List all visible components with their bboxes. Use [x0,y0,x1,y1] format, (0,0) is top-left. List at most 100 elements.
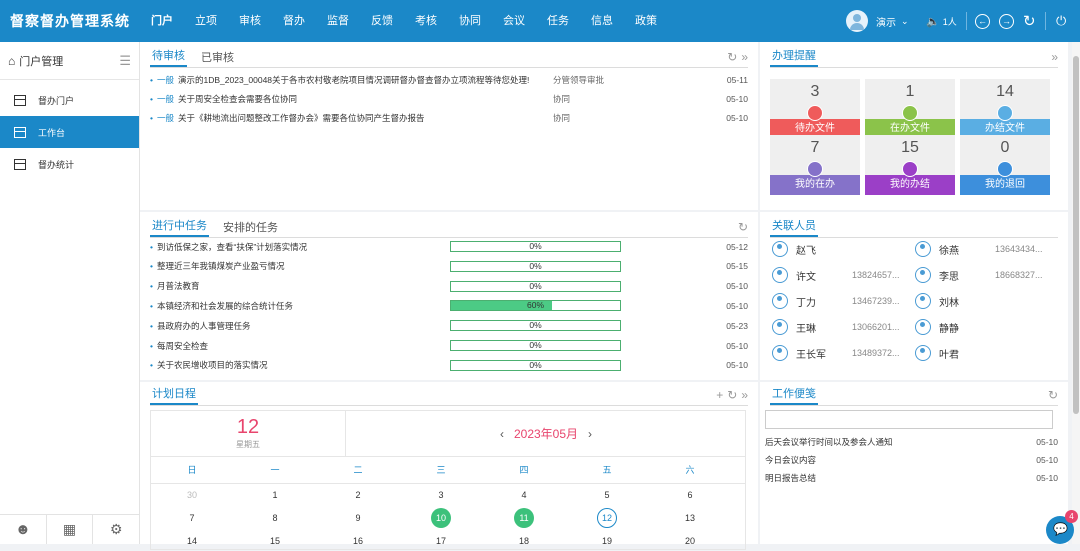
list-item[interactable]: • 一般 演示的1DB_2023_00048关于各市农村敬老院项目情况调研督办督查… [150,70,748,89]
home-icon: ⌂ [8,53,16,68]
online-users[interactable]: 🔈 1人 [926,0,957,42]
double-chevron-right-icon[interactable]: » [1051,50,1058,64]
double-chevron-right-icon[interactable]: » [741,388,748,402]
tab-reviewed[interactable]: 已审核 [199,49,236,67]
task-row[interactable]: • 月普法教育 0% 05-10 [150,277,748,296]
calendar-day[interactable]: 1 [265,485,285,505]
calendar-day[interactable]: 10 [431,508,451,528]
refresh-icon[interactable]: ↻ [727,50,737,64]
contact-item[interactable]: 王琳 13066201... [772,317,912,337]
stat-card-finished[interactable]: 14 办结文件 [960,79,1050,139]
contact-item[interactable]: 许文 13824657... [772,265,912,285]
tab-assigned-tasks[interactable]: 安排的任务 [221,219,280,237]
double-chevron-right-icon[interactable]: » [741,50,748,64]
calendar-day[interactable]: 16 [348,531,368,551]
nav-item-feedback[interactable]: 反馈 [360,0,404,42]
chat-button[interactable]: 💬 4 [1046,510,1078,544]
sidebar-item-supervise-portal[interactable]: 督办门户 [0,84,139,116]
tab-ongoing-tasks[interactable]: 进行中任务 [150,217,209,237]
note-item[interactable]: 明日报告总结 05-10 [765,468,1058,487]
user-profile-button[interactable]: ☻ [0,515,47,544]
sidebar-item-workbench[interactable]: 工作台 [0,116,139,148]
stat-card-todo[interactable]: 3 待办文件 [770,79,860,139]
note-item[interactable]: 后天会议举行时间以及参会人通知 05-10 [765,432,1058,451]
refresh-icon[interactable]: ↻ [738,220,748,234]
contact-item[interactable]: 徐燕 13643434... [915,239,1055,259]
nav-item-portal[interactable]: 门户 [140,0,184,42]
task-row[interactable]: • 整理近三年我镇煤炭产业盈亏情况 0% 05-15 [150,257,748,276]
calendar-day[interactable]: 8 [265,508,285,528]
contact-name: 刘林 [939,297,959,309]
plus-icon[interactable]: + [716,388,723,402]
nav-item-monitor[interactable]: 监督 [316,0,360,42]
calendar-day[interactable]: 18 [514,531,534,551]
calendar-day[interactable]: 7 [182,508,202,528]
calendar-day[interactable]: 13 [680,508,700,528]
refresh-icon[interactable]: ↻ [727,388,737,402]
contact-item[interactable]: 李思 18668327... [915,265,1055,285]
refresh-icon[interactable]: ↻ [1048,388,1058,402]
calendar-day[interactable]: 19 [597,531,617,551]
settings-button[interactable]: ⚙ [93,515,139,544]
tab-pending[interactable]: 待审核 [150,47,187,67]
contact-item[interactable]: 王长军 13489372... [772,343,912,363]
nav-item-meeting[interactable]: 会议 [492,0,536,42]
page-scrollbar[interactable] [1072,42,1080,544]
task-title: 关于农民增收项目的落实情况 [156,360,268,371]
next-month-button[interactable]: › [588,427,592,441]
calendar-day[interactable]: 3 [431,485,451,505]
layout-icon [14,94,26,106]
calendar-day[interactable]: 15 [265,531,285,551]
task-title: 到访低保之家，查看“扶保”计划落实情况 [156,241,308,252]
nav-item-supervise[interactable]: 督办 [272,0,316,42]
apps-button[interactable]: ▦ [47,515,94,544]
avatar [915,319,931,335]
nav-item-review[interactable]: 审核 [228,0,272,42]
forward-button[interactable]: → [999,0,1014,42]
task-row[interactable]: • 本镇经济和社会发展的综合统计任务 60% 05-10 [150,296,748,315]
stat-card-returned[interactable]: 0 我的退回 [960,135,1050,195]
stat-card-in-progress[interactable]: 1 在办文件 [865,79,955,139]
list-item[interactable]: • 一般 关于《耕地流出问题整改工作督办会》需要各位协同产生督办报告 协同 05-… [150,108,748,127]
task-row[interactable]: • 每周安全检查 0% 05-10 [150,336,748,355]
note-date: 05-10 [1036,472,1058,483]
calendar-day[interactable]: 9 [348,508,368,528]
calendar-day[interactable]: 30 [182,485,202,505]
calendar-day[interactable]: 12 [597,508,617,528]
calendar-day[interactable]: 6 [680,485,700,505]
refresh-button[interactable]: ↻ [1023,0,1036,42]
nav-item-task[interactable]: 任务 [536,0,580,42]
scrollbar-thumb[interactable] [1073,56,1079,414]
nav-item-policy[interactable]: 政策 [624,0,668,42]
calendar-day[interactable]: 11 [514,508,534,528]
sidebar-item-statistics[interactable]: 督办统计 [0,148,139,180]
stat-card-my-done[interactable]: 15 我的办结 [865,135,955,195]
back-button[interactable]: ← [975,0,990,42]
calendar-day[interactable]: 2 [348,485,368,505]
nav-item-info[interactable]: 信息 [580,0,624,42]
logout-button[interactable]: ⏻ [1056,0,1066,42]
contact-item[interactable]: 叶君 [915,343,959,363]
list-item[interactable]: • 一般 关于周安全检查会需要各位协同 协同 05-10 [150,89,748,108]
nav-item-collaborate[interactable]: 协同 [448,0,492,42]
task-row[interactable]: • 到访低保之家，查看“扶保”计划落实情况 0% 05-12 [150,237,748,256]
task-row[interactable]: • 县政府办的人事管理任务 0% 05-23 [150,316,748,335]
calendar-day[interactable]: 17 [431,531,451,551]
stat-card-my-active[interactable]: 7 我的在办 [770,135,860,195]
calendar-day[interactable]: 14 [182,531,202,551]
menu-icon[interactable]: ☰ [119,53,131,69]
contact-item[interactable]: 丁力 13467239... [772,291,912,311]
note-item[interactable]: 今日会议内容 05-10 [765,450,1058,469]
user-menu[interactable]: 演示 ⌄ [846,0,909,42]
nav-item-assessment[interactable]: 考核 [404,0,448,42]
prev-month-button[interactable]: ‹ [500,427,504,441]
note-input[interactable] [765,410,1053,429]
calendar-day[interactable]: 4 [514,485,534,505]
calendar-day[interactable]: 20 [680,531,700,551]
nav-item-project[interactable]: 立项 [184,0,228,42]
contact-item[interactable]: 赵飞 [772,239,816,259]
contact-item[interactable]: 静静 [915,317,959,337]
task-row[interactable]: • 关于农民增收项目的落实情况 0% 05-10 [150,356,748,375]
contact-item[interactable]: 刘林 [915,291,959,311]
calendar-day[interactable]: 5 [597,485,617,505]
